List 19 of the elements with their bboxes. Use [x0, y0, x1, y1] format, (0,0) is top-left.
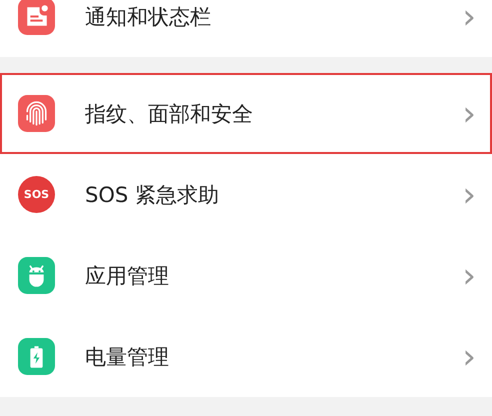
item-label: 电量管理: [85, 344, 170, 370]
settings-item[interactable]: 应用管理 ›: [0, 235, 492, 316]
item-label: SOS 紧急求助: [85, 182, 220, 208]
android-icon: [18, 257, 55, 294]
settings-item[interactable]: 指纹、面部和安全 ›: [0, 73, 492, 154]
battery-icon: [18, 338, 55, 375]
fingerprint-icon: [18, 95, 55, 132]
item-label: 指纹、面部和安全: [85, 100, 254, 128]
item-label: 应用管理: [85, 262, 170, 290]
chevron-icon: ›: [462, 0, 476, 34]
chevron-icon: ›: [462, 340, 476, 374]
settings-item[interactable]: SOS SOS 紧急求助 ›: [0, 154, 492, 235]
chevron-icon: ›: [462, 178, 476, 212]
item-label: 通知和状态栏: [85, 4, 212, 30]
chevron-icon: ›: [462, 96, 476, 130]
sos-icon: SOS: [18, 176, 55, 213]
settings-item[interactable]: 电量管理 ›: [0, 316, 492, 397]
settings-item[interactable]: 通知和状态栏 ›: [0, 0, 492, 57]
chevron-icon: ›: [462, 258, 476, 292]
